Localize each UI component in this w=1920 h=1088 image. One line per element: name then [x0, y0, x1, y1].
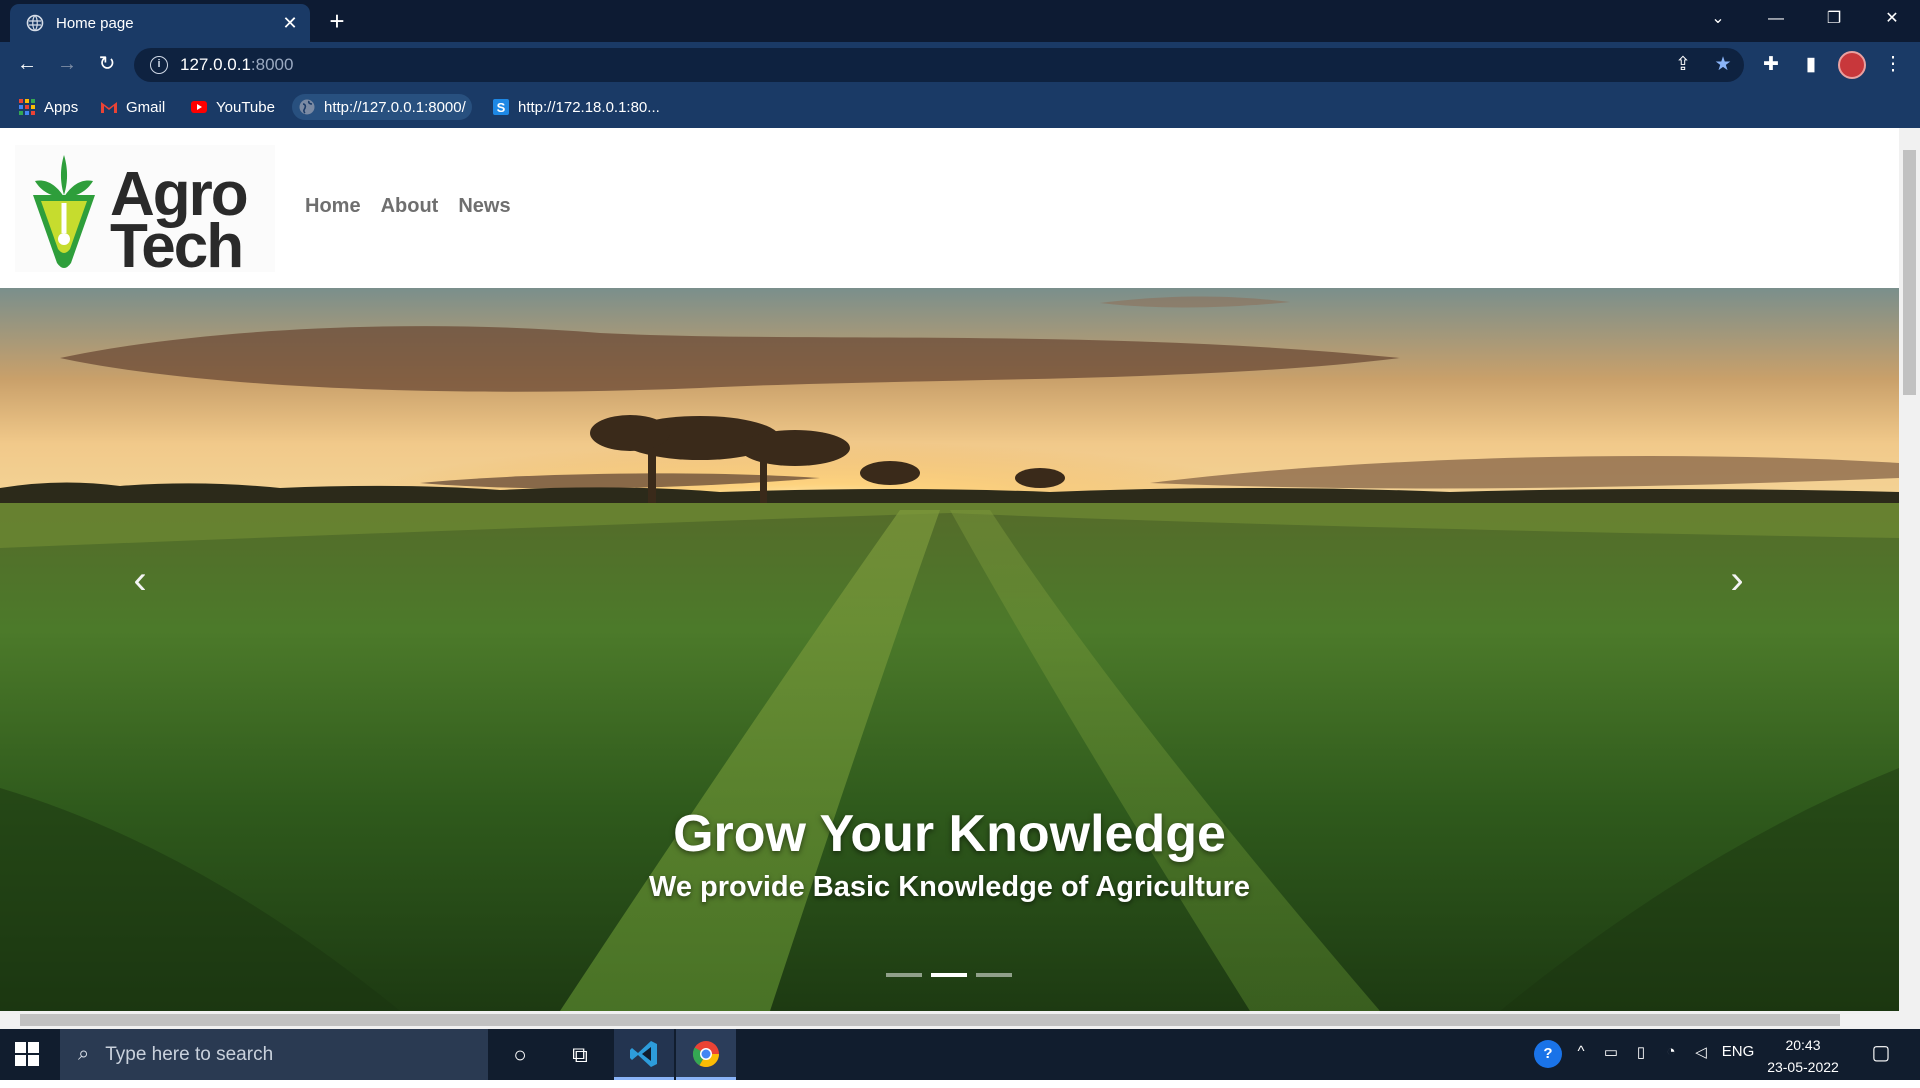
- side-panel-icon[interactable]: ▮: [1798, 52, 1824, 78]
- globe-icon: [26, 14, 44, 32]
- restore-icon[interactable]: ❐: [1806, 0, 1862, 38]
- nav-link-home[interactable]: Home: [305, 195, 361, 218]
- help-icon[interactable]: ?: [1534, 1040, 1562, 1068]
- agrotech-logo-image: Agro Tech: [33, 155, 249, 281]
- url-host: 127.0.0.1: [180, 55, 251, 74]
- apps-grid-icon: [19, 99, 35, 115]
- globe-icon: [299, 99, 315, 115]
- bookmarks-bar: [0, 86, 1920, 128]
- carousel-indicator-2[interactable]: [931, 973, 967, 977]
- bookmark-label: http://172.18.0.1:80...: [518, 98, 660, 116]
- clock-date: 23-05-2022: [1767, 1059, 1839, 1075]
- search-placeholder: Type here to search: [105, 1043, 274, 1065]
- bookmark-172[interactable]: S http://172.18.0.1:80...: [486, 94, 666, 120]
- back-arrow-icon[interactable]: ←: [13, 50, 41, 78]
- carousel-caption-subtitle: We provide Basic Knowledge of Agricultur…: [648, 871, 1251, 903]
- chrome-taskbar-icon[interactable]: [676, 1029, 736, 1080]
- chrome-icon: [692, 1041, 720, 1068]
- bookmark-label: YouTube: [216, 98, 275, 116]
- gmail-icon: [101, 102, 117, 113]
- bookmark-label: http://127.0.0.1:8000/: [324, 98, 466, 116]
- vscode-icon: [630, 1041, 657, 1067]
- notifications-icon[interactable]: ▢: [1866, 1040, 1896, 1065]
- task-view-icon[interactable]: ⧉: [550, 1029, 610, 1080]
- minimize-icon[interactable]: —: [1748, 0, 1804, 38]
- tab-search-chevron-icon[interactable]: ⌄: [1690, 0, 1746, 38]
- close-window-icon[interactable]: ✕: [1864, 0, 1920, 38]
- logo-text-tech: Tech: [110, 212, 242, 272]
- bookmark-gmail[interactable]: Gmail: [94, 94, 171, 120]
- nav-link-news[interactable]: News: [458, 195, 510, 218]
- bookmark-label: Apps: [44, 98, 79, 116]
- cortana-icon[interactable]: ○: [490, 1029, 550, 1080]
- battery-icon[interactable]: ▭: [1600, 1043, 1622, 1061]
- bookmark-youtube[interactable]: YouTube: [184, 94, 281, 120]
- url-port: :8000: [250, 55, 294, 74]
- svg-text:S: S: [497, 100, 506, 115]
- volume-icon[interactable]: ◁: [1690, 1043, 1712, 1061]
- share-icon[interactable]: ⇪: [1670, 52, 1696, 78]
- bookmark-apps[interactable]: Apps: [12, 94, 84, 120]
- reload-icon[interactable]: ↻: [93, 50, 121, 78]
- extensions-puzzle-icon[interactable]: ✚: [1758, 52, 1784, 78]
- tab-title: Home page: [56, 14, 134, 32]
- close-tab-icon[interactable]: ✕: [276, 13, 304, 34]
- new-tab-button[interactable]: +: [322, 6, 352, 36]
- carousel-caption-title: Grow Your Knowledge: [673, 805, 1226, 863]
- system-clock[interactable]: 20:43 23-05-2022: [1760, 1034, 1846, 1078]
- bookmark-star-icon[interactable]: ★: [1710, 52, 1736, 78]
- bookmark-label: Gmail: [126, 98, 166, 116]
- carousel-prev-icon[interactable]: ‹: [120, 558, 160, 603]
- forward-arrow-icon[interactable]: →: [53, 50, 81, 78]
- vscode-taskbar-icon[interactable]: [614, 1029, 674, 1080]
- profile-avatar[interactable]: [1838, 51, 1866, 79]
- carousel-indicator-1[interactable]: [886, 973, 922, 977]
- show-hidden-icons-chevron-icon[interactable]: ^: [1570, 1043, 1592, 1060]
- clock-time: 20:43: [1785, 1037, 1821, 1053]
- nav-link-about[interactable]: About: [381, 195, 439, 218]
- web-page: Agro Tech Home About News ‹ › Grow Your …: [0, 128, 1899, 1011]
- vertical-scrollbar-thumb[interactable]: [1903, 150, 1916, 395]
- bookmark-localhost[interactable]: http://127.0.0.1:8000/: [292, 94, 472, 120]
- youtube-icon: [191, 101, 207, 113]
- horizontal-scrollbar-thumb[interactable]: [20, 1014, 1840, 1026]
- address-bar[interactable]: i 127.0.0.1:8000: [134, 48, 1744, 82]
- browser-tab-home[interactable]: Home page ✕: [10, 4, 310, 42]
- carousel-indicator-3[interactable]: [976, 973, 1012, 977]
- taskbar-search-box[interactable]: ⌕ Type here to search: [60, 1029, 488, 1080]
- search-icon: ⌕: [78, 1043, 90, 1065]
- windows-start-icon[interactable]: [14, 1041, 40, 1067]
- browser-menu-icon[interactable]: ⋮: [1880, 52, 1906, 78]
- site-info-icon[interactable]: i: [150, 56, 168, 74]
- language-indicator[interactable]: ENG: [1718, 1043, 1758, 1060]
- carousel-next-icon[interactable]: ›: [1717, 558, 1757, 603]
- main-nav: Home About News: [305, 195, 511, 218]
- device-icon[interactable]: ▯: [1630, 1043, 1652, 1061]
- wifi-icon[interactable]: ◔: [1660, 1043, 1682, 1060]
- agrotech-logo[interactable]: Agro Tech: [15, 145, 275, 281]
- s-icon: S: [493, 99, 509, 115]
